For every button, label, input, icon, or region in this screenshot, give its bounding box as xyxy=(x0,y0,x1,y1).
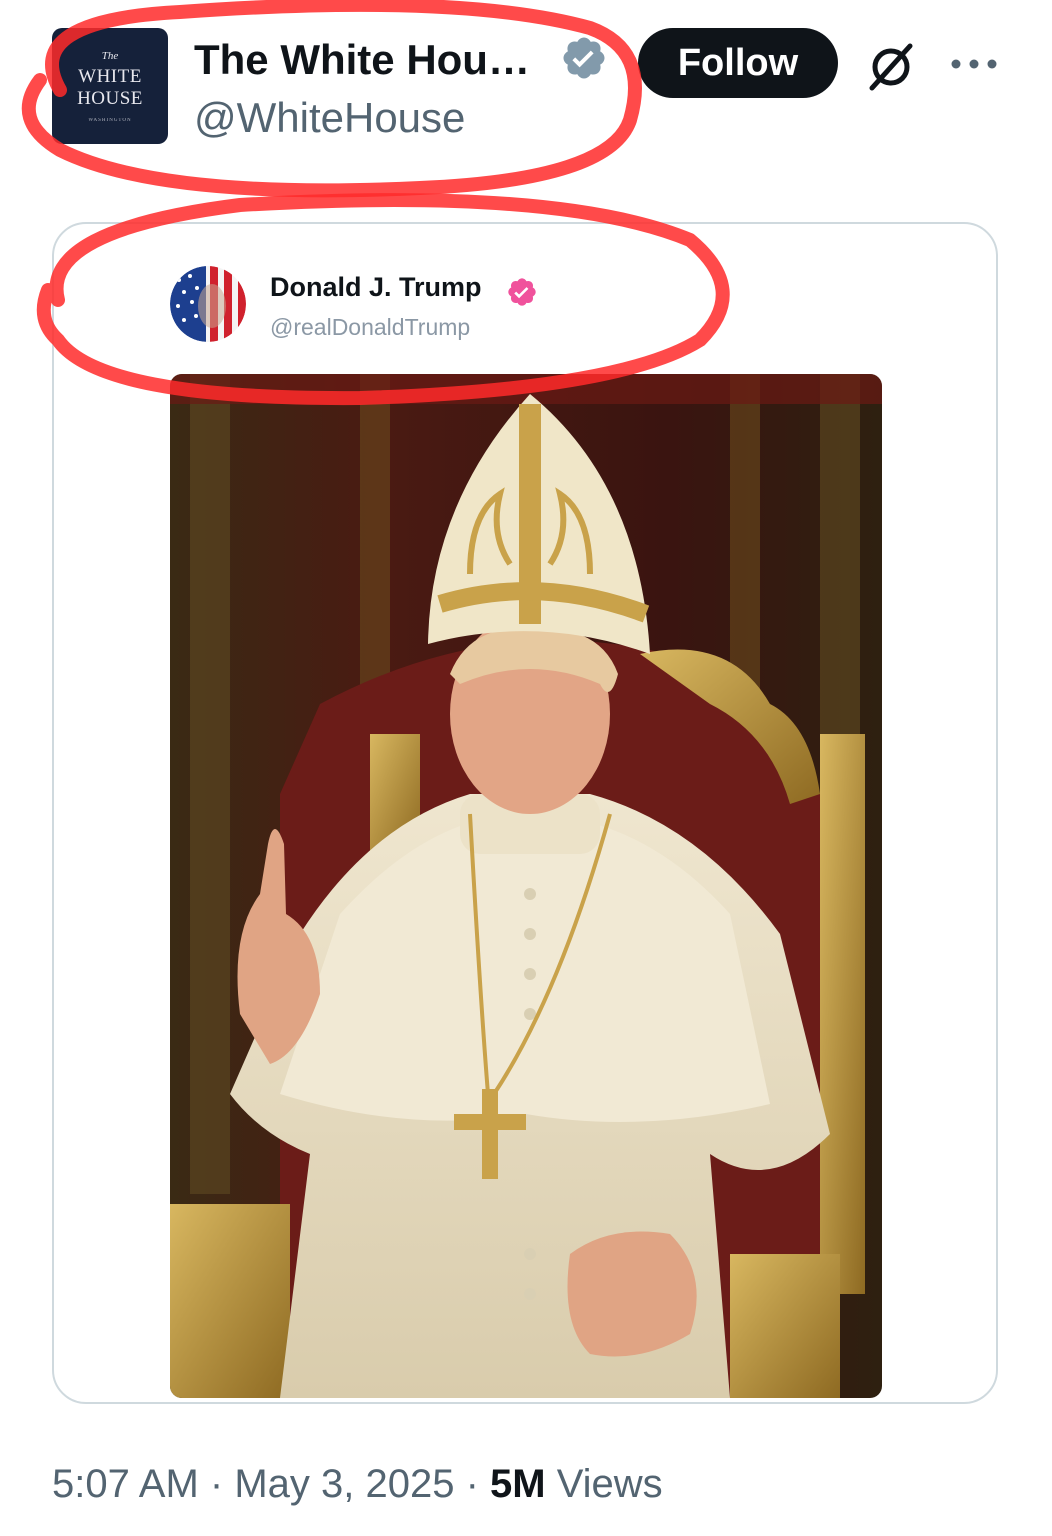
avatar-text-house: HOUSE xyxy=(77,87,143,109)
post-date[interactable]: May 3, 2025 xyxy=(234,1462,454,1506)
verified-badge-icon[interactable] xyxy=(506,276,538,308)
verified-badge-icon[interactable] xyxy=(560,34,608,82)
views-count[interactable]: 5M xyxy=(490,1462,546,1506)
post-image[interactable] xyxy=(170,374,882,1398)
meta-separator: · xyxy=(454,1462,490,1506)
post-time[interactable]: 5:07 AM xyxy=(52,1462,199,1506)
meta-separator: · xyxy=(198,1462,235,1506)
more-icon[interactable] xyxy=(946,46,1002,82)
whitehouse-avatar[interactable]: The WHITE HOUSE WASHINGTON xyxy=(52,28,168,144)
avatar-text-washington: WASHINGTON xyxy=(88,117,132,123)
post-metadata: 5:07 AM · May 3, 2025 · 5M Views xyxy=(52,1462,663,1507)
avatar-text-the: The xyxy=(101,49,119,62)
author-display-name[interactable]: The White Hou… xyxy=(194,36,530,84)
quote-author-name[interactable]: Donald J. Trump xyxy=(270,272,482,303)
grok-icon[interactable] xyxy=(864,40,918,94)
follow-button[interactable]: Follow xyxy=(638,28,838,98)
quote-author-handle[interactable]: @realDonaldTrump xyxy=(270,314,470,341)
author-handle[interactable]: @WhiteHouse xyxy=(194,94,465,142)
quote-author-avatar[interactable] xyxy=(170,266,246,342)
avatar-text-white: WHITE xyxy=(78,65,142,87)
views-label[interactable]: Views xyxy=(546,1462,663,1506)
